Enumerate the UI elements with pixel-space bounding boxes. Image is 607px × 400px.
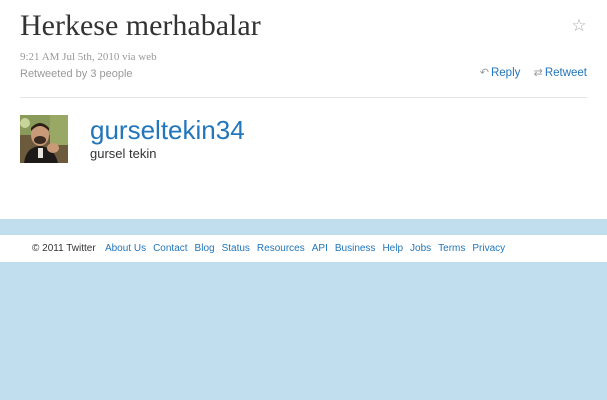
- copyright: © 2011 Twitter: [32, 243, 96, 254]
- retweet-label: Retweet: [544, 67, 587, 79]
- footer-link-privacy[interactable]: Privacy: [472, 243, 505, 254]
- footer-link-help[interactable]: Help: [382, 243, 403, 254]
- tweet-timestamp[interactable]: 9:21 AM Jul 5th, 2010: [20, 51, 119, 63]
- tweet-panel: Herkese merhabalar ☆ 9:21 AM Jul 5th, 20…: [0, 0, 607, 219]
- footer-link-api[interactable]: API: [312, 243, 328, 254]
- footer-link-status[interactable]: Status: [222, 243, 250, 254]
- reply-label: Reply: [490, 67, 521, 79]
- retweet-button[interactable]: ⇄ Retweet: [533, 66, 587, 79]
- tweet-meta: 9:21 AM Jul 5th, 2010 via web: [20, 51, 157, 63]
- footer-links: © 2011 Twitter About Us Contact Blog Status…: [32, 235, 512, 262]
- retweet-icon: ⇄: [533, 66, 543, 79]
- footer-link-contact[interactable]: Contact: [153, 243, 187, 254]
- tweet-source: via web: [122, 51, 157, 63]
- reply-arrow-icon: ↶: [479, 66, 489, 79]
- author-full-name: gursel tekin: [90, 146, 157, 161]
- avatar[interactable]: [20, 115, 68, 163]
- avatar-image: [20, 115, 68, 163]
- footer-link-resources[interactable]: Resources: [257, 243, 305, 254]
- retweet-count[interactable]: Retweeted by 3 people: [20, 68, 133, 80]
- footer-link-blog[interactable]: Blog: [195, 243, 215, 254]
- footer-link-about-us[interactable]: About Us: [105, 243, 146, 254]
- tweet-text: Herkese merhabalar: [20, 9, 261, 42]
- tweet-actions: ↶ Reply ⇄ Retweet: [470, 66, 587, 79]
- divider: [20, 97, 587, 98]
- footer-link-jobs[interactable]: Jobs: [410, 243, 431, 254]
- star-icon[interactable]: ☆: [569, 16, 589, 36]
- author-screen-name[interactable]: gurseltekin34: [90, 115, 245, 145]
- footer-link-terms[interactable]: Terms: [438, 243, 465, 254]
- footer: © 2011 Twitter About Us Contact Blog Status…: [0, 235, 607, 262]
- footer-link-business[interactable]: Business: [335, 243, 376, 254]
- reply-button[interactable]: ↶ Reply: [479, 66, 524, 79]
